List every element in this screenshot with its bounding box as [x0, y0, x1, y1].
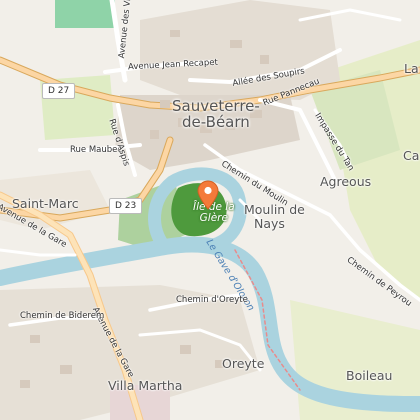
place-villa-martha: Villa Martha [108, 378, 183, 393]
town-label-line2: de-Béarn [182, 113, 250, 131]
island-label-line2: Glère [199, 212, 228, 224]
place-boileau: Boileau [346, 368, 393, 383]
place-moulin-line2: Nays [254, 216, 285, 231]
place-moulin-de-nays: Moulin de Nays [244, 203, 305, 231]
street-chemin-doreyte: Chemin d'Oreyte [176, 295, 248, 305]
town-label-line1: Sauveterre- [172, 97, 260, 115]
map-canvas[interactable]: D 27 D 23 Sauveterre- de-Béarn Saint-Mar… [0, 0, 420, 420]
place-saint-marc: Saint-Marc [12, 196, 79, 211]
place-agreous: Agreous [320, 174, 372, 189]
route-shield-d27: D 27 [42, 83, 76, 99]
map-pin-shape [197, 180, 219, 210]
road-west-local [0, 248, 77, 257]
map-pin-icon[interactable] [196, 180, 220, 210]
place-ca-edge: Ca [403, 148, 420, 163]
place-oreyte: Oreyte [222, 356, 265, 371]
town-label: Sauveterre- de-Béarn [172, 98, 260, 130]
route-shield-d23: D 23 [109, 198, 143, 214]
place-la-edge: La [404, 61, 419, 76]
place-moulin-line1: Moulin de [244, 202, 305, 217]
street-chemin-de-biderem: Chemin de Biderem [20, 311, 105, 321]
sports-field [55, 0, 115, 28]
